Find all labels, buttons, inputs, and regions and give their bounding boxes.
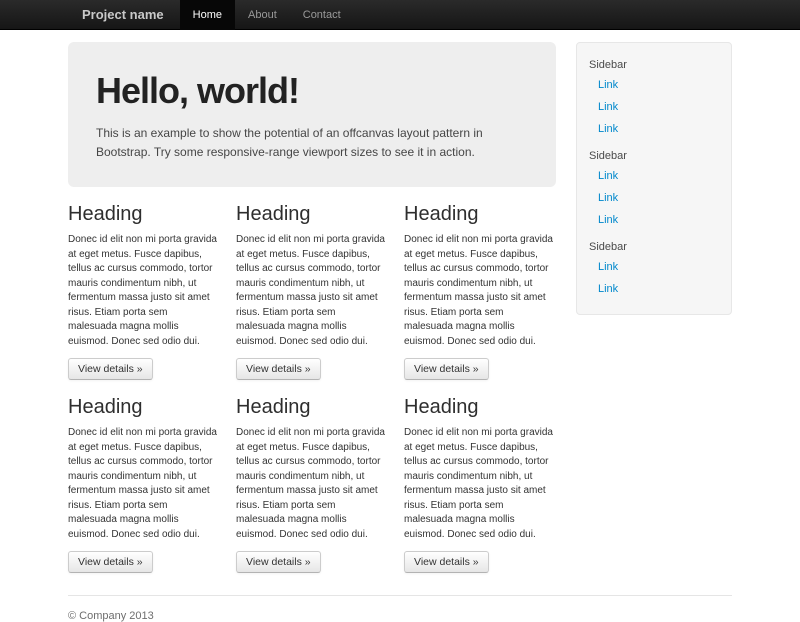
main-content: Hello, world! This is an example to show… [68, 30, 556, 573]
sidebar-link[interactable]: Link [577, 256, 731, 278]
sidebar-link[interactable]: Link [577, 209, 731, 231]
navbar: Project name Home About Contact [0, 0, 800, 30]
sidebar-link[interactable]: Link [577, 187, 731, 209]
card-heading: Heading [404, 396, 554, 419]
brand-link[interactable]: Project name [68, 0, 180, 30]
view-details-button[interactable]: View details » [68, 358, 153, 380]
card: Heading Donec id elit non mi porta gravi… [68, 396, 218, 573]
nav-link-home[interactable]: Home [180, 0, 235, 30]
sidebar-header: Sidebar [577, 140, 731, 165]
card-heading: Heading [236, 396, 386, 419]
card-row-1: Heading Donec id elit non mi porta gravi… [68, 203, 556, 380]
card: Heading Donec id elit non mi porta gravi… [68, 203, 218, 380]
nav-item-contact[interactable]: Contact [290, 0, 354, 30]
sidebar: Sidebar Link Link Link Sidebar Link Link… [576, 42, 732, 315]
view-details-button[interactable]: View details » [404, 358, 489, 380]
view-details-button[interactable]: View details » [68, 551, 153, 573]
card-text: Donec id elit non mi porta gravida at eg… [236, 233, 386, 349]
card-text: Donec id elit non mi porta gravida at eg… [404, 233, 554, 349]
card-row-2: Heading Donec id elit non mi porta gravi… [68, 396, 556, 573]
sidebar-link[interactable]: Link [577, 278, 731, 300]
navbar-menu: Home About Contact [180, 0, 354, 30]
sidebar-header: Sidebar [577, 231, 731, 256]
view-details-button[interactable]: View details » [236, 358, 321, 380]
sidebar-group-3: Sidebar Link Link [577, 231, 731, 300]
view-details-button[interactable]: View details » [236, 551, 321, 573]
sidebar-link[interactable]: Link [577, 74, 731, 96]
card-text: Donec id elit non mi porta gravida at eg… [68, 233, 218, 349]
card-heading: Heading [404, 203, 554, 226]
card: Heading Donec id elit non mi porta gravi… [236, 396, 386, 573]
card: Heading Donec id elit non mi porta gravi… [404, 203, 554, 380]
card-heading: Heading [236, 203, 386, 226]
nav-link-contact[interactable]: Contact [290, 0, 354, 30]
nav-link-about[interactable]: About [235, 0, 290, 30]
nav-item-about[interactable]: About [235, 0, 290, 30]
hero-title: Hello, world! [96, 70, 528, 112]
card: Heading Donec id elit non mi porta gravi… [404, 396, 554, 573]
hero-text: This is an example to show the potential… [96, 124, 528, 161]
sidebar-header: Sidebar [577, 49, 731, 74]
card-text: Donec id elit non mi porta gravida at eg… [68, 426, 218, 542]
sidebar-link[interactable]: Link [577, 165, 731, 187]
card: Heading Donec id elit non mi porta gravi… [236, 203, 386, 380]
card-heading: Heading [68, 203, 218, 226]
card-heading: Heading [68, 396, 218, 419]
jumbotron: Hello, world! This is an example to show… [68, 42, 556, 187]
footer: © Company 2013 [68, 596, 732, 622]
card-text: Donec id elit non mi porta gravida at eg… [236, 426, 386, 542]
sidebar-group-1: Sidebar Link Link Link [577, 49, 731, 140]
copyright-text: © Company 2013 [68, 596, 732, 622]
sidebar-link[interactable]: Link [577, 118, 731, 140]
card-text: Donec id elit non mi porta gravida at eg… [404, 426, 554, 542]
nav-item-home[interactable]: Home [180, 0, 235, 30]
view-details-button[interactable]: View details » [404, 551, 489, 573]
sidebar-group-2: Sidebar Link Link Link [577, 140, 731, 231]
sidebar-link[interactable]: Link [577, 96, 731, 118]
